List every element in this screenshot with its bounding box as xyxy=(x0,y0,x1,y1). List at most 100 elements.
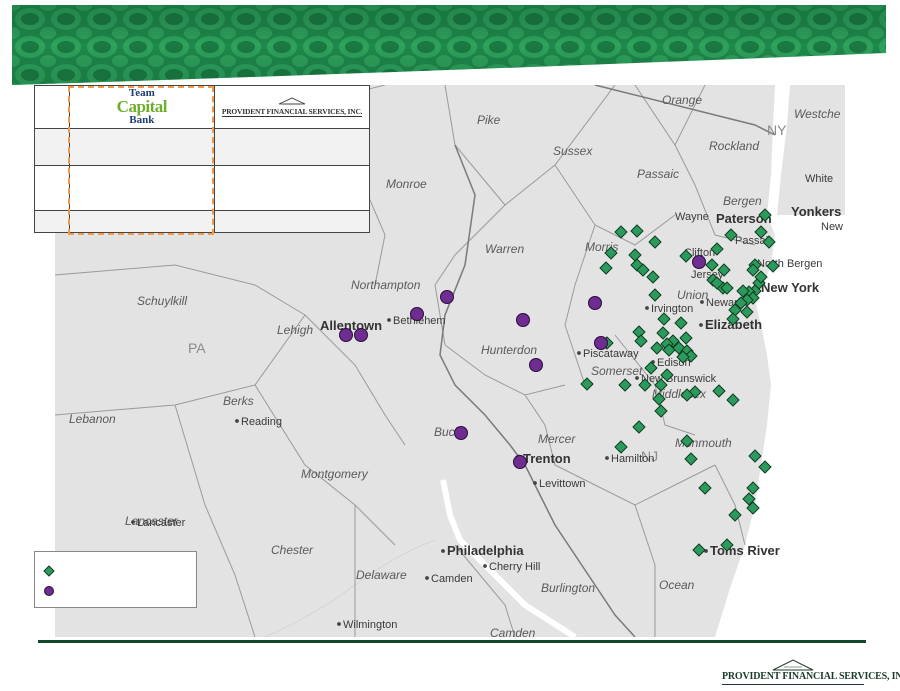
footer-provident-logo: PROVIDENT FINANCIAL SERVICES, INC. xyxy=(722,659,900,687)
team-capital-branch-marker xyxy=(354,328,368,342)
team-capital-branch-marker xyxy=(516,313,530,327)
county-label: Hunterdon xyxy=(481,343,537,357)
city-dot xyxy=(441,549,445,553)
city-label: New Brunswick xyxy=(641,373,717,385)
county-label: Schuylkill xyxy=(137,294,187,308)
county-label: Passaic xyxy=(637,167,679,181)
county-label: Montgomery xyxy=(301,467,369,481)
table-row xyxy=(34,165,370,211)
city-dot xyxy=(337,622,341,626)
table-cell xyxy=(34,128,70,166)
county-label: Westche xyxy=(794,107,841,121)
county-label: Orange xyxy=(662,93,702,107)
city-label: New xyxy=(821,221,843,233)
green-diamond-icon xyxy=(43,565,55,577)
city-label: Yonkers xyxy=(791,204,841,219)
city-label: Philadelphia xyxy=(447,543,524,558)
city-label: Wayne xyxy=(675,211,709,223)
county-label: Warren xyxy=(485,242,524,256)
team-capital-branch-marker xyxy=(529,358,543,372)
footer-logo-text: PROVIDENT FINANCIAL SERVICES, INC. xyxy=(722,671,900,682)
city-dot xyxy=(699,323,703,327)
table-row xyxy=(34,128,370,166)
county-label: Sussex xyxy=(553,144,593,158)
table-cell xyxy=(68,210,216,233)
table-cell xyxy=(68,165,216,211)
logo-line3: Bank xyxy=(129,114,155,127)
city-dot xyxy=(425,576,429,580)
table-cell xyxy=(34,85,70,129)
city-label: Irvington xyxy=(651,303,693,315)
city-dot xyxy=(700,300,704,304)
team-capital-bank-logo: Team Capital Bank xyxy=(70,88,215,127)
county-label: Rockland xyxy=(709,139,759,153)
table-cell xyxy=(68,128,216,166)
city-dot xyxy=(577,351,581,355)
city-label: Trenton xyxy=(523,451,571,466)
city-dot xyxy=(131,520,135,524)
city-dot xyxy=(645,306,649,310)
city-label: White xyxy=(805,173,833,185)
table-cell xyxy=(34,210,70,233)
header-banner xyxy=(12,5,886,85)
city-label: North Bergen xyxy=(757,258,822,270)
state-label: NY xyxy=(767,122,787,138)
table-cell xyxy=(34,165,70,211)
city-label: Wilmington xyxy=(343,619,397,631)
team-capital-branch-marker xyxy=(588,296,602,310)
legend-item-provident xyxy=(43,564,55,578)
table-cell xyxy=(214,210,370,233)
legend-item-team-capital xyxy=(43,584,55,598)
county-label: Union xyxy=(677,288,709,302)
map-legend xyxy=(34,551,197,608)
city-label: Camden xyxy=(431,573,473,585)
provident-logo-text: PROVIDENT FINANCIAL SERVICES, INC. xyxy=(221,107,363,117)
city-label: Piscataway xyxy=(583,348,639,360)
table-row xyxy=(34,210,370,233)
county-label: Somerset xyxy=(591,364,643,378)
county-label: Lebanon xyxy=(69,412,116,426)
county-label: Chester xyxy=(271,543,314,557)
state-label: PA xyxy=(188,340,206,356)
city-label: Cherry Hill xyxy=(489,561,540,573)
county-label: Ocean xyxy=(659,578,695,592)
table-cell xyxy=(214,165,370,211)
county-label: Northampton xyxy=(351,278,421,292)
city-label: Reading xyxy=(241,416,282,428)
county-label: Mercer xyxy=(538,432,576,446)
county-label: Monroe xyxy=(386,177,427,191)
banner-pattern xyxy=(12,5,886,85)
team-capital-branch-marker xyxy=(339,328,353,342)
county-label: Bergen xyxy=(723,194,762,208)
city-label: Toms River xyxy=(710,543,780,558)
county-label: Berks xyxy=(223,394,254,408)
city-label: Levittown xyxy=(539,478,585,490)
city-dot xyxy=(605,456,609,460)
county-label: Pike xyxy=(477,113,501,127)
footer-rule xyxy=(38,640,866,643)
county-label: Lehigh xyxy=(277,323,313,337)
provident-logo-cell: PROVIDENT FINANCIAL SERVICES, INC. xyxy=(214,85,370,129)
team-capital-branch-marker xyxy=(440,290,454,304)
county-label: Delaware xyxy=(356,568,407,582)
city-dot xyxy=(387,318,391,322)
team-capital-branch-marker xyxy=(594,336,608,350)
city-label: Lancaster xyxy=(137,517,186,529)
provident-building-icon xyxy=(278,97,306,105)
provident-logo: PROVIDENT FINANCIAL SERVICES, INC. xyxy=(215,97,369,117)
city-dot xyxy=(483,564,487,568)
comparison-table: Team Capital Bank PROVIDENT FINANCIAL SE… xyxy=(34,85,370,233)
provident-building-icon xyxy=(772,659,814,671)
county-label: Burlington xyxy=(541,581,595,595)
city-dot xyxy=(635,376,639,380)
county-label: Camden xyxy=(490,626,536,637)
team-capital-branch-marker xyxy=(692,255,706,269)
table-cell xyxy=(214,128,370,166)
logo-line2: Capital xyxy=(116,96,168,116)
purple-circle-icon xyxy=(44,586,54,596)
team-capital-branch-marker xyxy=(513,455,527,469)
city-dot xyxy=(235,419,239,423)
team-capital-branch-marker xyxy=(454,426,468,440)
table-header-row: Team Capital Bank PROVIDENT FINANCIAL SE… xyxy=(34,85,370,129)
team-capital-logo-cell: Team Capital Bank xyxy=(68,85,216,129)
